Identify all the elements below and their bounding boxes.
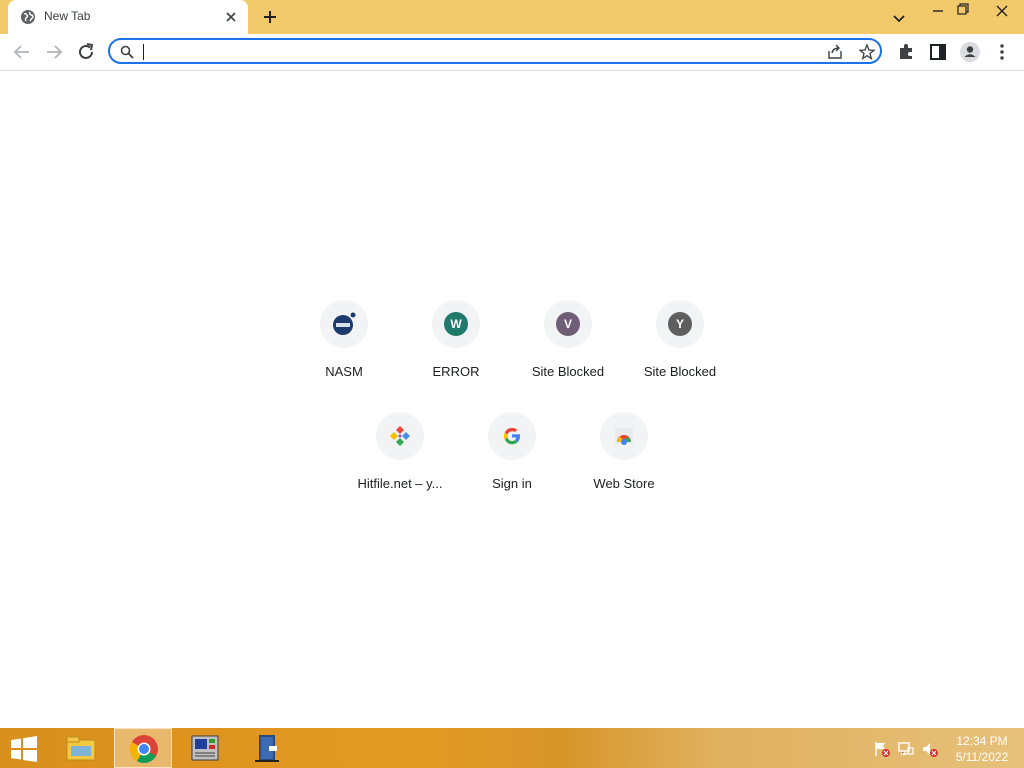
omnibox[interactable] [108, 38, 882, 64]
taskbar-system-tool[interactable] [176, 728, 234, 768]
extensions-puzzle-icon[interactable] [894, 40, 918, 64]
web-store-icon [615, 428, 633, 445]
tile-icon-bg [320, 300, 368, 348]
tile-label: Web Store [593, 476, 655, 491]
chrome-icon [130, 735, 158, 763]
tile-label: Hitfile.net – y... [357, 476, 443, 491]
window-close-icon[interactable] [980, 0, 1024, 22]
tile-label: Sign in [492, 476, 532, 491]
shortcut-tile[interactable]: NASM [288, 300, 400, 412]
globe-icon [21, 10, 35, 24]
shortcut-tile[interactable]: Y Site Blocked [624, 300, 736, 412]
side-panel-icon[interactable] [926, 40, 950, 64]
tile-icon-bg: W [432, 300, 480, 348]
nasm-logo-icon [333, 312, 356, 335]
reload-icon[interactable] [74, 40, 98, 64]
tile-label: Site Blocked [531, 364, 605, 379]
clock-date: 5/11/2022 [955, 750, 1009, 764]
taskbar-file-explorer[interactable] [52, 728, 110, 768]
action-center-flag-icon[interactable] [873, 740, 891, 758]
profile-avatar-icon[interactable] [958, 40, 982, 64]
tile-label: ERROR [432, 364, 480, 379]
tile-label: NASM [325, 364, 363, 379]
tile-icon-bg [376, 412, 424, 460]
volume-muted-icon[interactable] [921, 740, 939, 758]
shortcut-tile[interactable]: W ERROR [400, 300, 512, 412]
tab-title: New Tab [44, 9, 91, 23]
text-caret [143, 44, 144, 60]
clock-time: 12:34 PM [956, 734, 1008, 748]
tile-icon-bg [488, 412, 536, 460]
letter-y-icon: Y [668, 312, 692, 336]
kebab-menu-icon[interactable] [990, 40, 1014, 64]
windows-start-icon[interactable] [10, 736, 38, 762]
system-tool-icon [191, 735, 219, 761]
taskbar-app-door[interactable] [238, 728, 296, 768]
address-input[interactable] [142, 42, 802, 60]
chevron-down-icon[interactable] [889, 8, 909, 28]
taskbar-clock[interactable]: 12:34 PM 5/11/2022 [946, 733, 1018, 765]
tab-strip: New Tab [0, 0, 1024, 34]
browser-toolbar [0, 34, 1024, 71]
minimize-icon[interactable] [924, 0, 952, 22]
bookmark-star-icon[interactable] [858, 43, 876, 61]
google-icon [503, 427, 521, 445]
back-arrow-icon[interactable] [10, 40, 34, 64]
taskbar-chrome[interactable] [114, 728, 172, 768]
share-icon[interactable] [826, 43, 844, 61]
tile-icon-bg [600, 412, 648, 460]
letter-w-icon: W [444, 312, 468, 336]
search-icon [120, 45, 134, 59]
restore-icon[interactable] [952, 0, 972, 22]
tile-icon-bg: Y [656, 300, 704, 348]
shortcut-tile[interactable]: Sign in [456, 412, 568, 524]
tile-icon-bg: V [544, 300, 592, 348]
forward-arrow-icon[interactable] [42, 40, 66, 64]
tab-new-tab[interactable]: New Tab [8, 0, 248, 34]
close-icon[interactable] [223, 9, 239, 25]
shortcut-tile[interactable]: V Site Blocked [512, 300, 624, 412]
new-tab-plus-icon[interactable] [260, 7, 280, 27]
shortcut-tile[interactable]: Web Store [568, 412, 680, 524]
network-icon[interactable] [897, 740, 915, 758]
file-explorer-icon [66, 736, 96, 761]
app-door-icon [255, 735, 279, 762]
tile-label: Site Blocked [643, 364, 717, 379]
letter-v-icon: V [556, 312, 580, 336]
taskbar [0, 728, 1024, 768]
hitfile-logo-icon [390, 426, 410, 446]
shortcut-tile[interactable]: Hitfile.net – y... [344, 412, 456, 524]
